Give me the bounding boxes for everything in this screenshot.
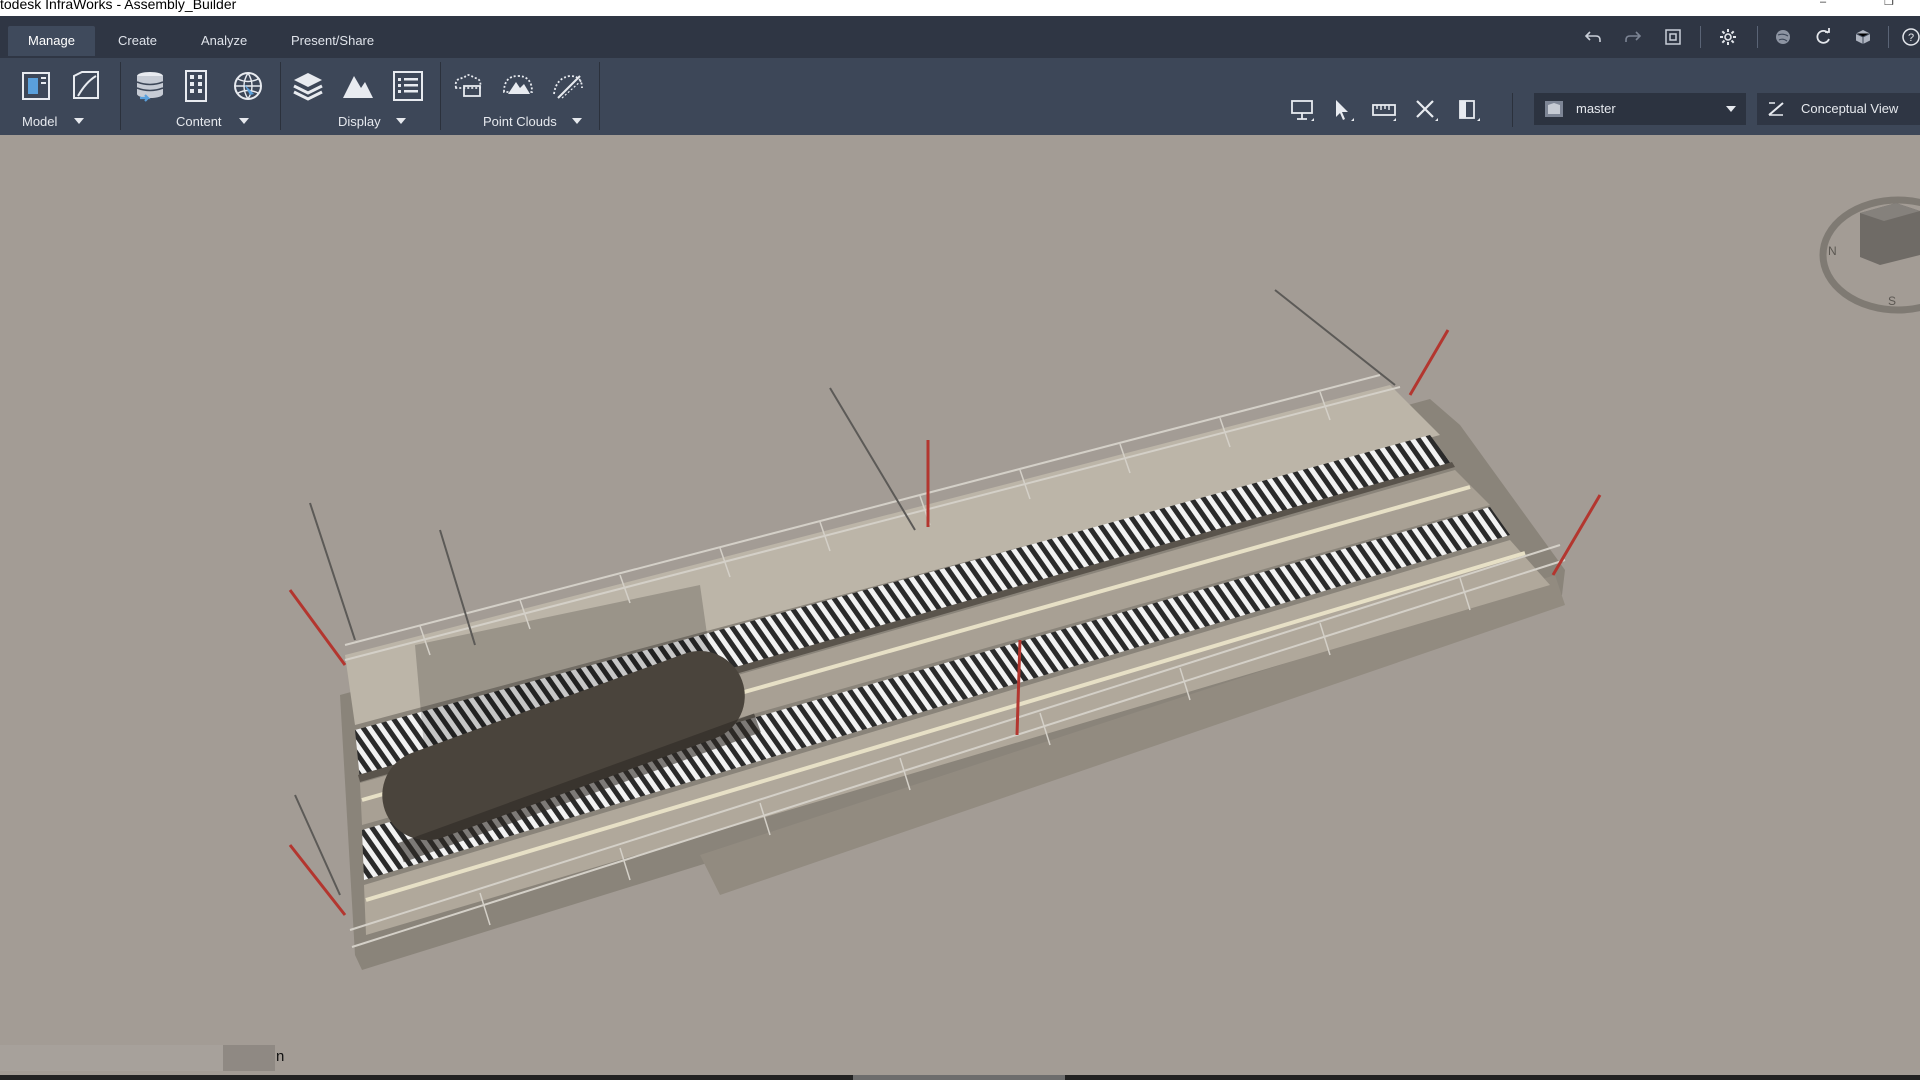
fit-view-icon[interactable] — [1660, 24, 1686, 50]
compass-letter: N — [1828, 244, 1837, 258]
scrollbar-thumb[interactable] — [853, 1075, 1065, 1080]
restore-icon[interactable]: ❐ — [1884, 0, 1896, 8]
status-text: n — [276, 1048, 285, 1065]
viewcube[interactable]: N S — [1818, 195, 1920, 325]
visual-style-label: Conceptual View — [1801, 101, 1899, 116]
content-dropdown-arrow[interactable] — [239, 118, 249, 124]
toolbar-divider — [1700, 26, 1701, 48]
visual-style-icon — [1768, 102, 1784, 116]
proposal-dropdown[interactable]: master — [1534, 93, 1746, 125]
globe-layer-icon[interactable] — [228, 66, 268, 106]
tab-create[interactable]: Create — [98, 26, 177, 56]
minimize-icon[interactable]: – — [1820, 0, 1832, 8]
ribbon-divider — [599, 62, 600, 130]
point-cloud-terrain-icon[interactable] — [498, 66, 538, 106]
layers-icon[interactable] — [288, 66, 328, 106]
svg-text:?: ? — [1908, 32, 1914, 44]
close-tools-icon[interactable] — [1409, 95, 1443, 125]
horizontal-scrollbar[interactable] — [0, 1075, 1920, 1080]
tab-manage[interactable]: Manage — [8, 26, 95, 56]
toolbar-divider — [1757, 26, 1758, 48]
railway-station-model[interactable] — [0, 135, 1920, 1075]
building-icon[interactable] — [176, 66, 216, 106]
point-cloud-icon[interactable] — [448, 66, 488, 106]
display-dropdown-arrow[interactable] — [396, 118, 406, 124]
ribbon-divider — [1512, 93, 1513, 127]
globe-icon[interactable] — [1770, 24, 1796, 50]
undo-icon[interactable] — [1580, 24, 1606, 50]
cube-icon[interactable] — [1850, 24, 1876, 50]
select-icon[interactable] — [1325, 95, 1359, 125]
settings-icon[interactable] — [1715, 24, 1741, 50]
model-dropdown-arrow[interactable] — [74, 118, 84, 124]
tab-analyze[interactable]: Analyze — [181, 26, 267, 56]
ribbon-divider — [120, 62, 121, 130]
panel-icon[interactable] — [1451, 95, 1485, 125]
visual-style-dropdown[interactable]: Conceptual View — [1757, 93, 1920, 125]
ribbon-divider — [280, 62, 281, 130]
window-title: todesk InfraWorks - Assembly_Builder — [0, 0, 237, 12]
measure-icon[interactable] — [1367, 95, 1401, 125]
terrain-icon[interactable] — [338, 66, 378, 106]
model-properties-icon[interactable] — [66, 66, 106, 106]
help-icon[interactable]: ? — [1898, 24, 1920, 50]
group-label-display: Display — [338, 114, 381, 129]
3d-viewport[interactable] — [0, 135, 1920, 1075]
proposal-value: master — [1576, 101, 1616, 116]
toolbar-divider — [1888, 26, 1889, 48]
group-label-content: Content — [176, 114, 222, 129]
model-explorer-icon[interactable] — [16, 66, 56, 106]
group-label-point-clouds: Point Clouds — [483, 114, 557, 129]
presentation-icon[interactable] — [1285, 95, 1319, 125]
compass-letter: S — [1888, 294, 1896, 308]
proposal-icon — [1545, 101, 1563, 117]
point-cloud-edit-icon[interactable] — [548, 66, 588, 106]
refresh-icon[interactable] — [1810, 24, 1836, 50]
tab-present-share[interactable]: Present/Share — [271, 26, 394, 56]
title-bar: todesk InfraWorks - Assembly_Builder – ❐ — [0, 0, 1920, 16]
redo-icon[interactable] — [1620, 24, 1646, 50]
ribbon-divider — [440, 62, 441, 130]
data-sources-icon[interactable] — [130, 66, 170, 106]
chevron-down-icon — [1726, 106, 1736, 112]
progress-bar — [0, 1045, 275, 1071]
point-clouds-dropdown-arrow[interactable] — [572, 118, 582, 124]
group-label-model: Model — [22, 114, 58, 129]
list-icon[interactable] — [388, 66, 428, 106]
progress-fill — [0, 1045, 223, 1071]
